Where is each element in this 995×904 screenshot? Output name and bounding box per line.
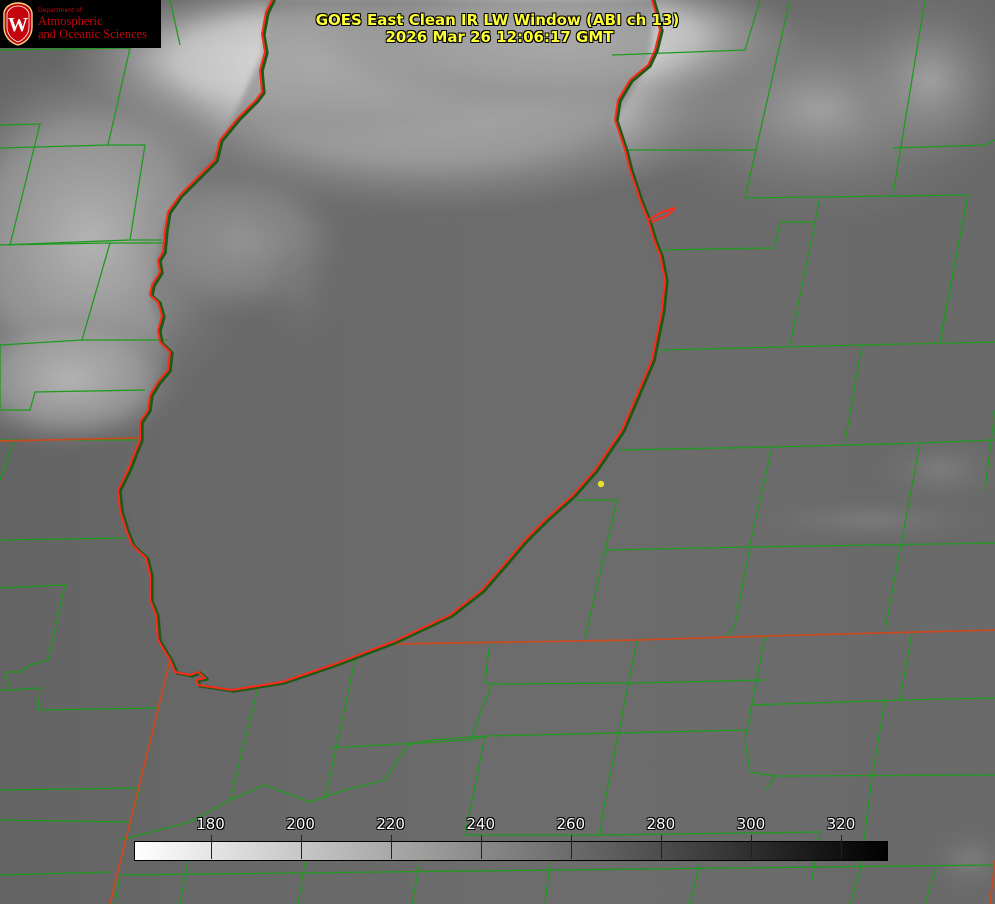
- title-product: GOES East Clean IR LW Window (ABI ch 13): [315, 11, 680, 29]
- satellite-ir-image: [0, 0, 995, 904]
- image-title: GOES East Clean IR LW Window (ABI ch 13)…: [0, 12, 995, 46]
- station-marker: [597, 480, 605, 488]
- title-timestamp: 2026 Mar 26 12:06:17 GMT: [385, 28, 614, 46]
- satellite-viewer: W Department of Atmospheric and Oceanic …: [0, 0, 995, 904]
